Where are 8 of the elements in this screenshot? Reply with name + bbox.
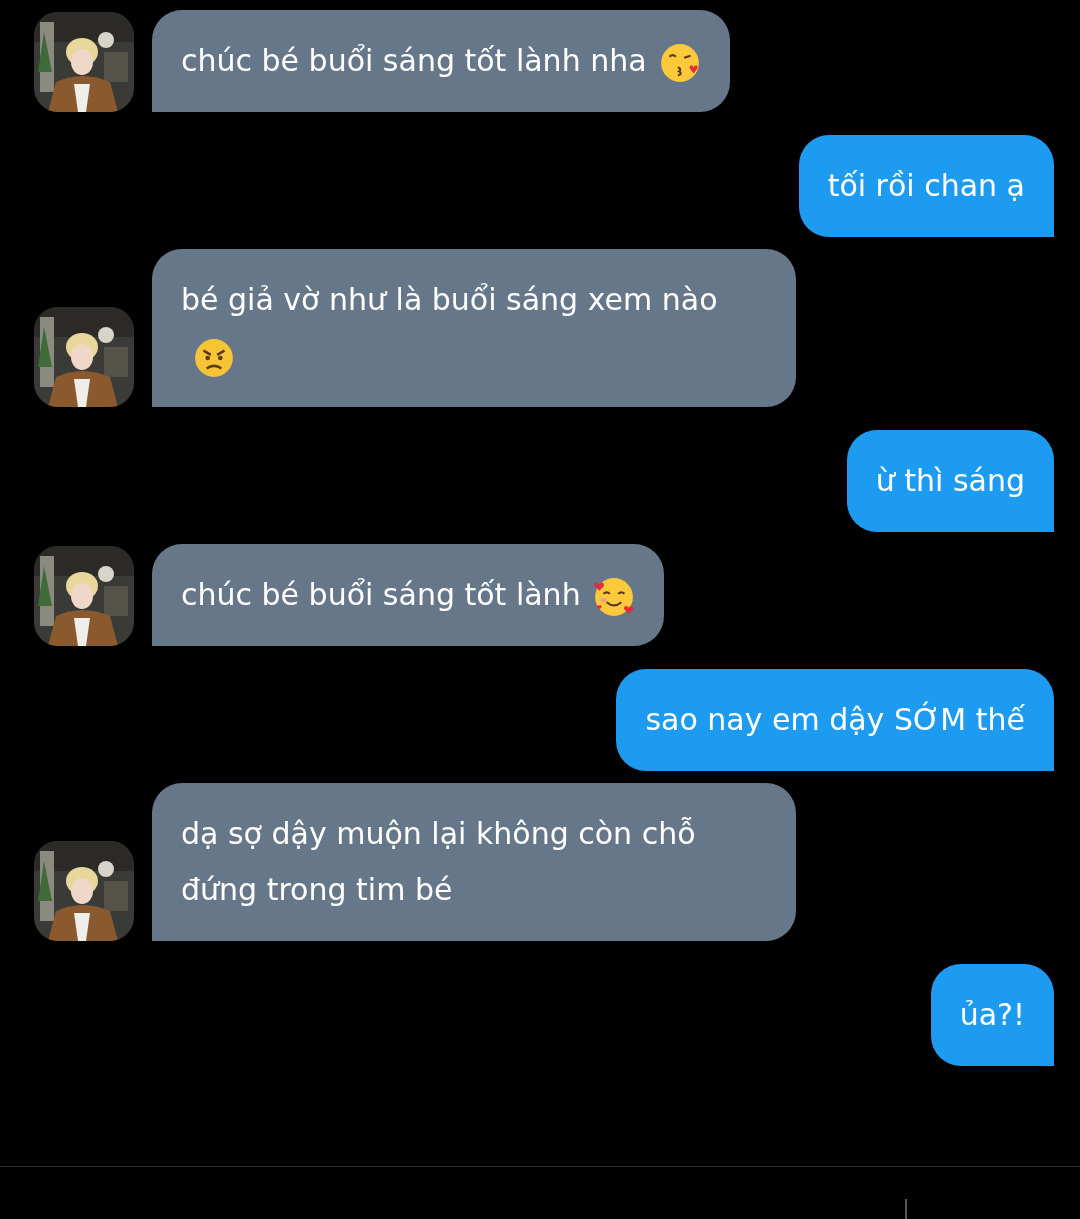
message-bubble: chúc bé buổi sáng tốt lành <box>152 544 664 646</box>
message-bubble: ủa?! <box>930 964 1054 1066</box>
message-bubble: dạ sợ dậy muộn lại không còn chỗ đứng trong tim bé <box>152 783 796 941</box>
message-bubble: ừ thì sáng <box>846 430 1054 532</box>
message-bubble: sao nay em dậy SỚM thế <box>616 669 1054 771</box>
message-bubble: tối rồi chan ạ <box>798 135 1054 237</box>
message-bubble: chúc bé buổi sáng tốt lành nha <box>152 10 730 112</box>
message-bubble: bé giả vờ như là buổi sáng xem nào <box>152 249 796 407</box>
